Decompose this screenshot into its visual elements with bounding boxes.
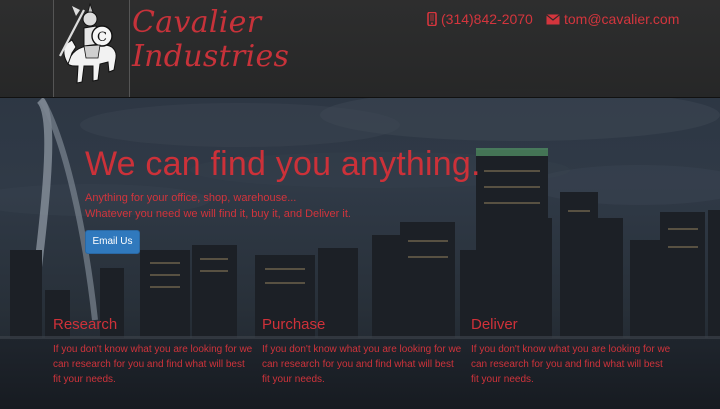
hero-tagline-line-2: Whatever you need we will find it, buy i… <box>85 208 351 220</box>
brand-name-line-1: Cavalier <box>132 5 262 40</box>
email-link[interactable]: tom@cavalier.com <box>546 11 679 27</box>
envelope-icon <box>546 13 560 25</box>
brand-name-line-2: Industries <box>132 39 290 74</box>
feature-description: If you don't know what you are looking f… <box>471 344 671 385</box>
phone-link[interactable]: (314)842-2070 <box>427 11 533 27</box>
feature-title: Deliver <box>471 316 518 333</box>
feature-purchase: Purchase If you don't know what you are … <box>262 315 462 387</box>
hero-headline: We can find you anything. <box>85 145 481 183</box>
brand-name[interactable]: Cavalier Industries <box>132 6 289 74</box>
phone-icon <box>427 12 437 26</box>
phone-number: (314)842-2070 <box>441 11 533 27</box>
feature-description: If you don't know what you are looking f… <box>53 344 253 385</box>
feature-research: Research If you don't know what you are … <box>53 315 253 387</box>
hero-tagline-line-1: Anything for your office, shop, warehous… <box>85 192 297 204</box>
site-header: C Cavalier Industries (314)842-2070 tom@… <box>0 0 720 98</box>
feature-title: Purchase <box>262 316 326 333</box>
feature-deliver: Deliver If you don't know what you are l… <box>471 315 671 387</box>
feature-title: Research <box>53 316 118 333</box>
email-us-button[interactable]: Email Us <box>85 230 140 254</box>
svg-text:C: C <box>97 30 107 45</box>
knight-on-horse-logo[interactable]: C <box>53 0 130 97</box>
email-address: tom@cavalier.com <box>564 11 680 27</box>
feature-description: If you don't know what you are looking f… <box>262 344 462 385</box>
